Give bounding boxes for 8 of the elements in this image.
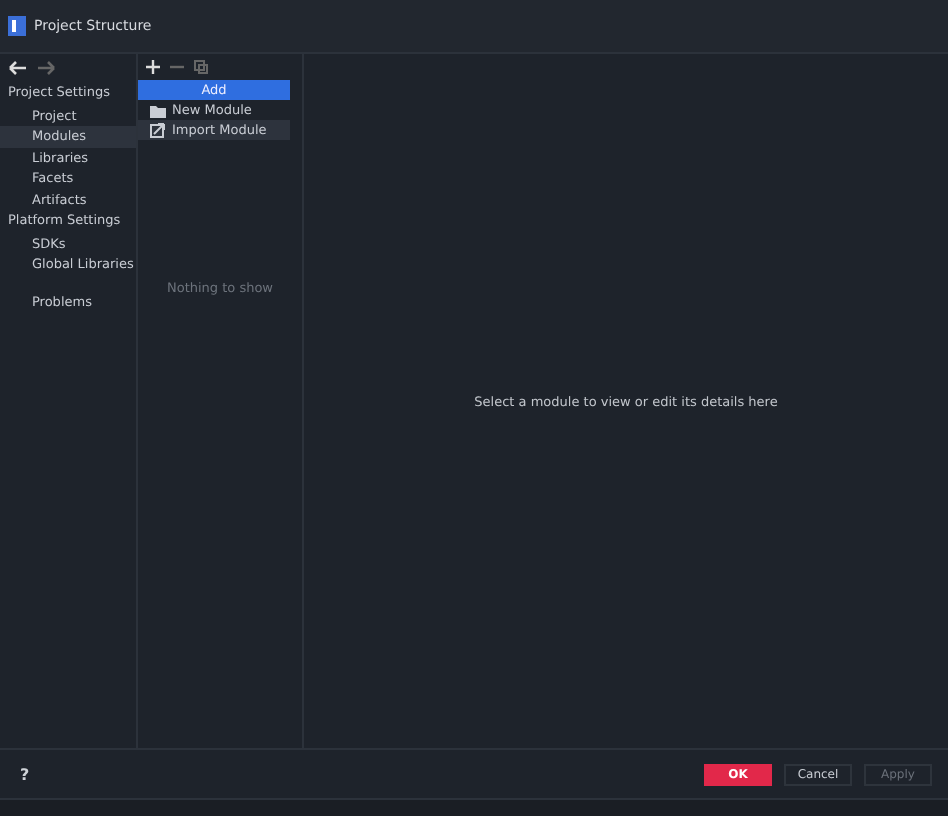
help-button[interactable]: ? (16, 765, 34, 783)
app-icon (8, 16, 26, 36)
forward-arrow-icon[interactable] (38, 60, 56, 76)
copy-icon[interactable] (194, 60, 208, 74)
import-icon (150, 122, 166, 138)
back-arrow-icon[interactable] (8, 60, 26, 76)
remove-icon[interactable] (170, 60, 184, 74)
add-icon[interactable] (146, 60, 160, 74)
